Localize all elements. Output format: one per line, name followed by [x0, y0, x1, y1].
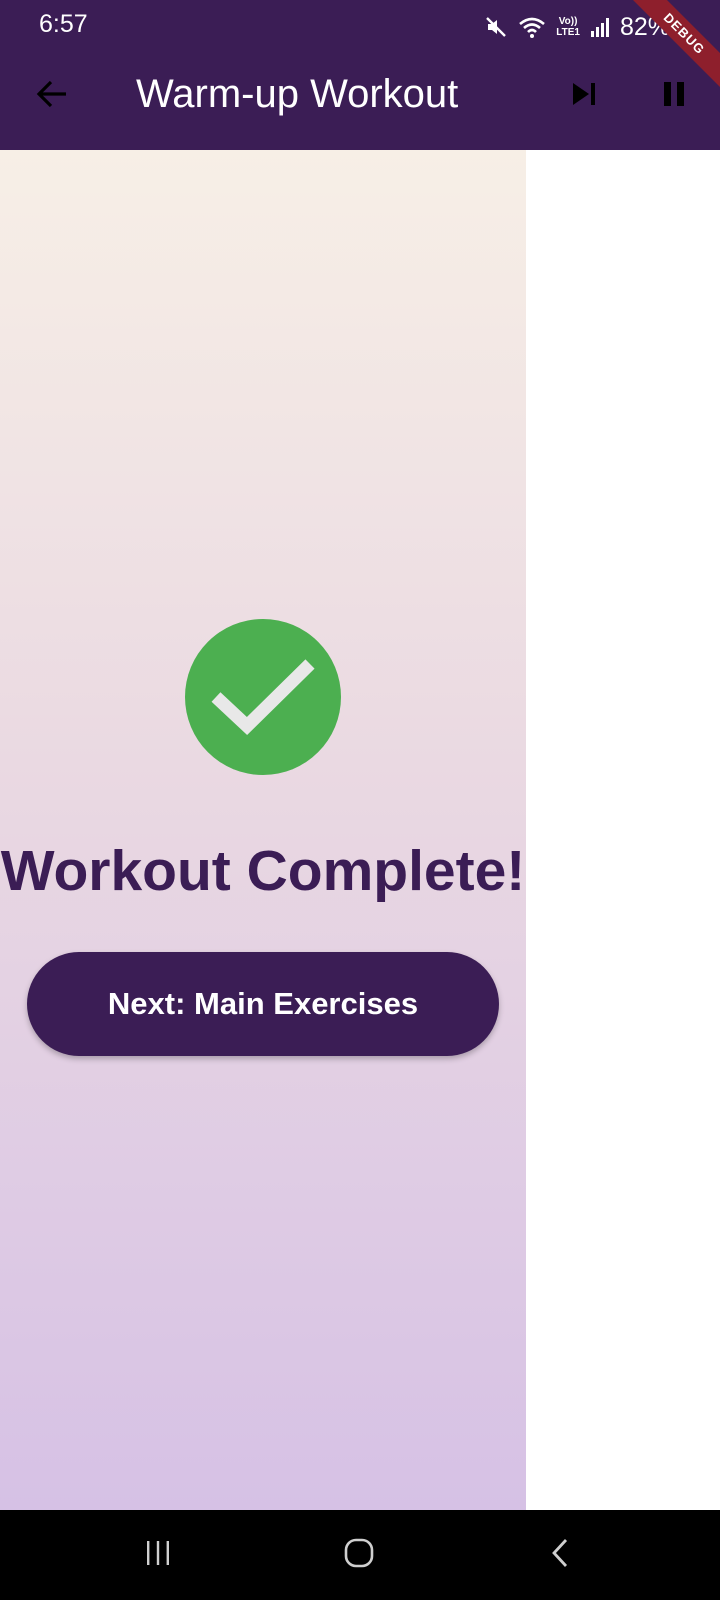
pause-button[interactable]: [656, 78, 692, 114]
home-icon: [343, 1537, 375, 1574]
status-icons: Vo)) LTE1 82%: [484, 10, 670, 44]
pause-icon: [660, 80, 688, 113]
skip-button[interactable]: [566, 78, 602, 114]
status-time: 6:57: [39, 10, 88, 38]
signal-icon: [590, 16, 610, 38]
next-main-exercises-button[interactable]: Next: Main Exercises: [27, 952, 499, 1056]
page-title: Warm-up Workout: [136, 72, 459, 116]
workout-complete-title: Workout Complete!: [0, 839, 526, 903]
recent-apps-button[interactable]: [138, 1535, 178, 1575]
wifi-icon: [518, 15, 546, 39]
system-nav-bar: [0, 1510, 720, 1600]
content-panel: Workout Complete! Next: Main Exercises: [0, 150, 526, 1510]
home-button[interactable]: [339, 1535, 379, 1575]
check-circle-icon: [185, 619, 341, 775]
skip-next-icon: [570, 80, 598, 113]
top-bar: 6:57 Vo)) LTE1 82% DEBUG Warm-up Workout: [0, 0, 720, 150]
back-button[interactable]: [30, 74, 74, 118]
lte-icon: Vo)) LTE1: [556, 16, 580, 38]
recent-apps-icon: [143, 1538, 173, 1573]
mute-icon: [484, 15, 508, 39]
nav-back-button[interactable]: [540, 1535, 580, 1575]
back-icon: [545, 1538, 575, 1573]
arrow-back-icon: [34, 76, 70, 117]
